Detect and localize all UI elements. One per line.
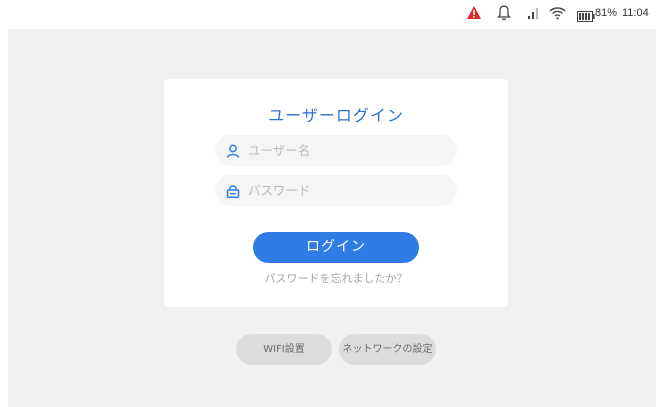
clock-time: 11:04 — [622, 7, 649, 19]
wifi-icon — [549, 5, 566, 24]
alert-triangle-icon[interactable] — [466, 5, 482, 24]
status-bar: 81% 11:04 — [0, 0, 656, 29]
lock-icon — [226, 183, 240, 198]
user-icon — [226, 143, 240, 158]
battery-percent: 81% — [595, 7, 618, 19]
username-input[interactable] — [248, 135, 448, 166]
login-button[interactable]: ログイン — [253, 232, 419, 263]
network-settings-button[interactable]: ネットワークの設定 — [339, 334, 436, 365]
login-card: ユーザーログイン ログイン パスワードを忘れましたか？ — [164, 79, 508, 307]
login-screen: ユーザーログイン ログイン パスワードを忘れましたか？ WI — [8, 29, 656, 407]
wifi-settings-button[interactable]: WIFI設置 — [236, 334, 332, 365]
battery-icon — [577, 7, 595, 26]
signal-icon — [527, 5, 539, 24]
username-field[interactable] — [215, 135, 457, 166]
password-field[interactable] — [215, 175, 457, 206]
bell-icon[interactable] — [497, 4, 511, 25]
password-input[interactable] — [248, 175, 448, 206]
login-title: ユーザーログイン — [268, 106, 404, 125]
forgot-password-link[interactable]: パスワードを忘れましたか？ — [164, 270, 508, 286]
